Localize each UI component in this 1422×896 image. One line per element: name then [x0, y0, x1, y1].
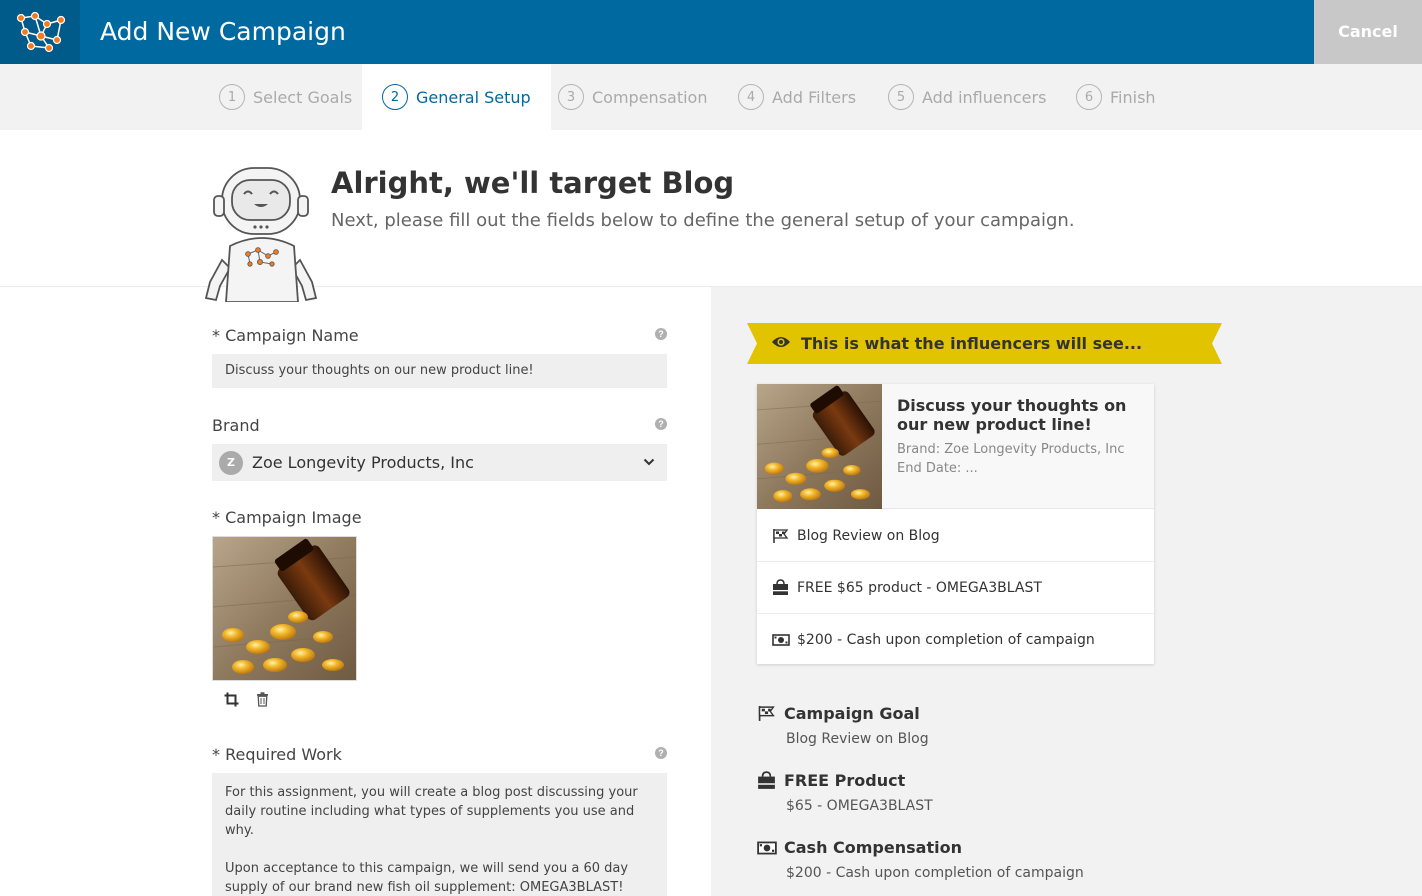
shopping-bag-icon [757, 771, 776, 790]
help-icon[interactable]: ? [655, 418, 667, 430]
page-title: Add New Campaign [100, 17, 346, 46]
step-general-setup[interactable]: 2 General Setup [362, 64, 551, 130]
help-icon[interactable]: ? [655, 747, 667, 759]
fish-oil-capsules-image [757, 384, 882, 509]
campaign-name-input[interactable]: Discuss your thoughts on our new product… [212, 354, 667, 388]
campaign-image-label: * Campaign Image [212, 508, 362, 527]
trash-icon[interactable] [256, 692, 269, 707]
preview-banner-text: This is what the influencers will see... [801, 334, 1143, 353]
step-number: 4 [738, 84, 764, 110]
robot-mascot-icon [204, 167, 318, 302]
step-label: Add influencers [922, 87, 1047, 107]
step-number: 2 [382, 84, 408, 110]
card-image [757, 384, 882, 509]
card-row-text: $200 - Cash upon completion of campaign [797, 632, 1095, 648]
intro-title: Alright, we'll target Blog [331, 166, 735, 200]
step-number: 1 [219, 84, 245, 110]
eye-icon [772, 337, 790, 347]
summary-campaign-goal-value: Blog Review on Blog [786, 731, 929, 747]
card-row-text: Blog Review on Blog [797, 527, 940, 544]
campaign-image-preview[interactable] [212, 536, 357, 681]
wizard-steps: 1 Select Goals 2 General Setup 3 Compens… [0, 64, 1422, 130]
brand-select[interactable]: Z Zoe Longevity Products, Inc [212, 444, 667, 481]
money-icon [757, 841, 777, 854]
step-label: Select Goals [253, 87, 353, 107]
summary-cash-value: $200 - Cash upon completion of campaign [786, 865, 1084, 881]
summary-free-product-value: $65 - OMEGA3BLAST [786, 798, 933, 814]
summary-title-text: Cash Compensation [784, 838, 962, 857]
logo[interactable] [0, 0, 80, 64]
card-brand: Brand: Zoe Longevity Products, Inc [897, 442, 1125, 457]
card-goal-row: Blog Review on Blog [757, 510, 1154, 562]
step-add-influencers[interactable]: 5 Add influencers [888, 64, 1046, 130]
card-header: Discuss your thoughts on our new product… [757, 384, 1154, 509]
required-work-paragraph: For this assignment, you will create a b… [225, 785, 638, 838]
help-icon[interactable]: ? [655, 328, 667, 340]
card-title: Discuss your thoughts on our new product… [897, 396, 1127, 434]
campaign-preview-card: Discuss your thoughts on our new product… [757, 384, 1154, 664]
intro-subtitle: Next, please fill out the fields below t… [331, 210, 1075, 231]
step-label: Add Filters [772, 87, 857, 107]
shopping-bag-icon [772, 579, 789, 596]
step-finish[interactable]: 6 Finish [1076, 64, 1156, 130]
flag-icon [773, 527, 788, 544]
step-label: General Setup [416, 87, 531, 107]
chevron-down-icon [643, 458, 655, 466]
summary-cash-title: Cash Compensation [757, 838, 962, 857]
brand-label: Brand [212, 416, 260, 435]
network-logo-icon [16, 11, 66, 53]
brand-selected-value: Zoe Longevity Products, Inc [252, 453, 474, 472]
summary-title-text: FREE Product [784, 771, 906, 790]
required-work-paragraph: Upon acceptance to this campaign, we wil… [225, 861, 629, 895]
step-label: Finish [1110, 87, 1156, 107]
step-number: 6 [1076, 84, 1102, 110]
required-work-textarea[interactable]: For this assignment, you will create a b… [212, 773, 667, 896]
step-number: 5 [888, 84, 914, 110]
intro-section: Alright, we'll target Blog Next, please … [0, 130, 1422, 302]
step-compensation[interactable]: 3 Compensation [558, 64, 707, 130]
card-product-row: FREE $65 product - OMEGA3BLAST [757, 562, 1154, 614]
top-bar: Add New Campaign Cancel [0, 0, 1422, 64]
summary-free-product-title: FREE Product [757, 771, 905, 790]
summary-campaign-goal-title: Campaign Goal [757, 704, 920, 723]
card-end-date: End Date: ... [897, 461, 978, 476]
summary-title-text: Campaign Goal [784, 704, 920, 723]
cancel-button[interactable]: Cancel [1314, 0, 1422, 64]
card-cash-row: $200 - Cash upon completion of campaign [757, 614, 1154, 666]
step-number: 3 [558, 84, 584, 110]
campaign-name-label: * Campaign Name [212, 326, 359, 345]
card-row-text: FREE $65 product - OMEGA3BLAST [797, 579, 1042, 596]
fish-oil-capsules-image [213, 537, 356, 680]
money-icon [772, 634, 790, 646]
crop-icon[interactable] [224, 692, 239, 707]
required-work-label: * Required Work [212, 745, 342, 764]
flag-icon [758, 705, 775, 722]
step-label: Compensation [592, 87, 708, 107]
step-select-goals[interactable]: 1 Select Goals [219, 64, 352, 130]
step-add-filters[interactable]: 4 Add Filters [738, 64, 856, 130]
brand-avatar: Z [219, 450, 243, 475]
